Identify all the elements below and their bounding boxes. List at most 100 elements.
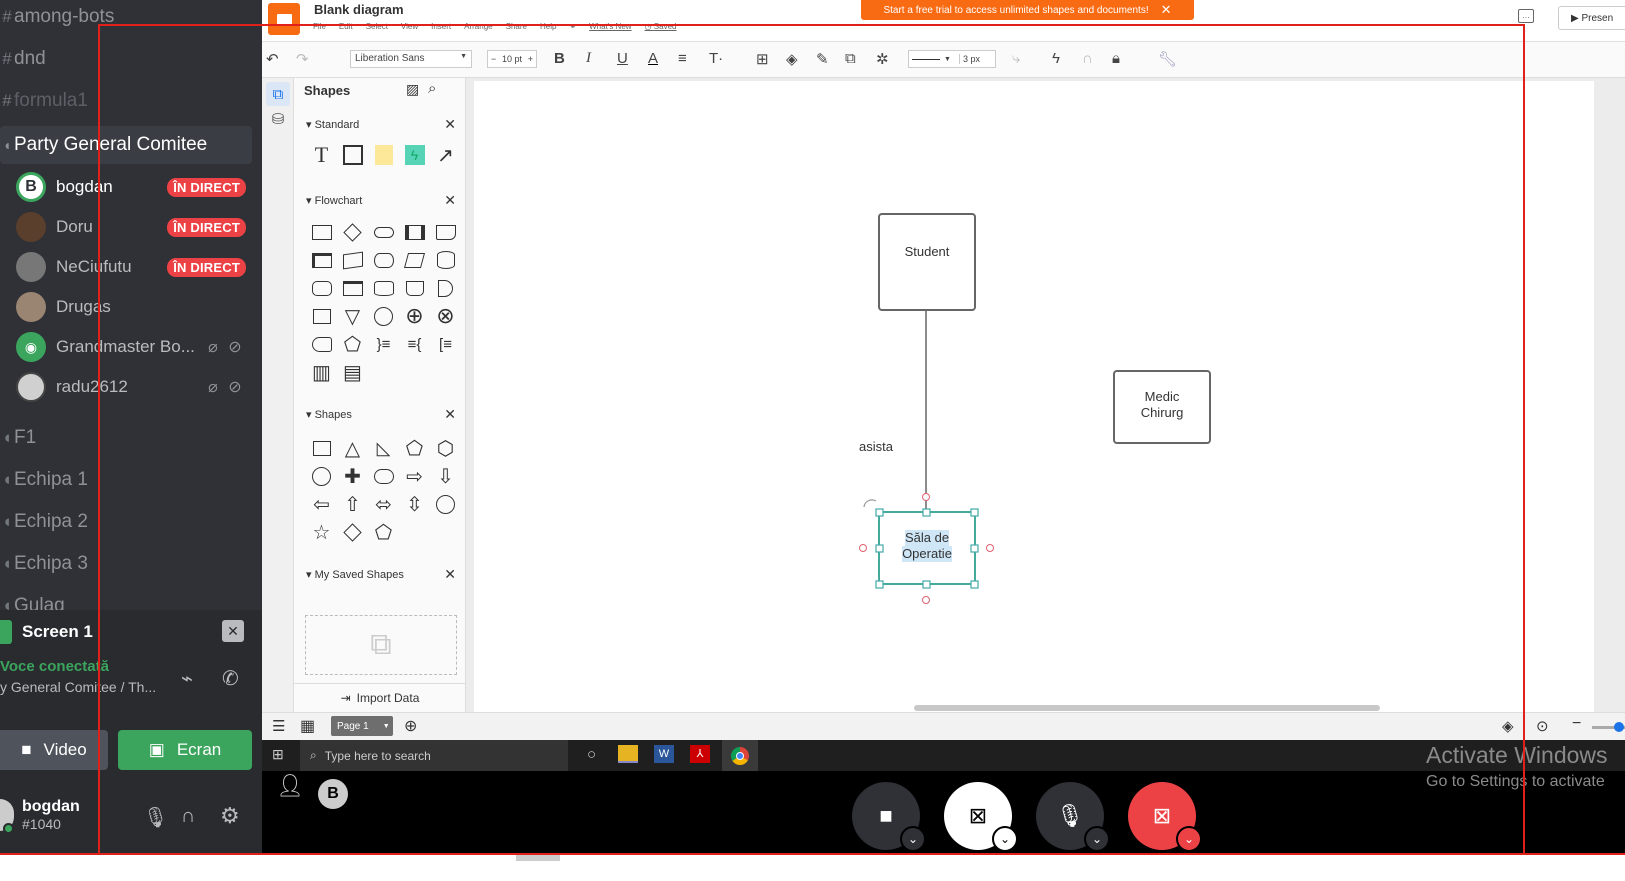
right-triangle-shape[interactable]: ◺: [368, 434, 399, 462]
chevron-down-icon[interactable]: ⌄: [992, 826, 1018, 852]
pentagon-shape[interactable]: ⬠: [399, 434, 430, 462]
internal-storage-shape[interactable]: [337, 274, 368, 302]
close-icon[interactable]: ✕: [1161, 2, 1172, 18]
summing-junction-shape[interactable]: ⊗: [430, 302, 461, 330]
voice-user-doru[interactable]: Doru ÎN DIRECT: [16, 209, 246, 245]
grid-view-icon[interactable]: ▦: [300, 716, 315, 736]
chevron-down-icon[interactable]: ⌄: [1084, 826, 1110, 852]
close-icon[interactable]: ✕: [444, 116, 456, 133]
arrow-horizontal-shape[interactable]: ⬄: [368, 490, 399, 518]
import-data-button[interactable]: ⇥ Import Data: [294, 683, 465, 712]
channel-f1[interactable]: ◖ F1: [0, 421, 36, 455]
decrease-icon[interactable]: −: [491, 54, 496, 64]
comment-icon[interactable]: …: [1518, 9, 1534, 23]
channel-dnd[interactable]: # dnd: [0, 42, 45, 76]
list-view-icon[interactable]: ☰: [272, 717, 285, 735]
predefined-process-shape[interactable]: [399, 218, 430, 246]
line-shape[interactable]: ↗: [430, 141, 461, 169]
taskbar-search[interactable]: ⌕ Type here to search: [300, 740, 568, 771]
cross-shape[interactable]: ✚: [337, 462, 368, 490]
redo-icon[interactable]: ↷: [296, 50, 309, 68]
screen-share-button[interactable]: ▣ Ecran: [118, 730, 252, 770]
square-shape[interactable]: [306, 434, 337, 462]
cloud-shape[interactable]: [368, 462, 399, 490]
zoom-slider-handle[interactable]: [1614, 722, 1624, 732]
saved-shapes-dropzone[interactable]: ⧉: [305, 615, 457, 675]
layers-icon[interactable]: ◈: [1502, 717, 1514, 735]
font-size-stepper[interactable]: −10 pt +: [487, 50, 537, 68]
rectangle-shape[interactable]: [337, 141, 368, 169]
video-button[interactable]: ■ Video: [0, 730, 108, 770]
off-page-link-shape[interactable]: ⬠: [337, 330, 368, 358]
channel-echipa-1[interactable]: ◖ Echipa 1: [0, 463, 88, 497]
lightning-icon[interactable]: ϟ: [1052, 50, 1060, 67]
user-identity[interactable]: bogdan #1040: [22, 798, 80, 832]
paper-tape-shape[interactable]: [368, 274, 399, 302]
voice-user-neciufutu[interactable]: NeCiufutu ÎN DIRECT: [16, 249, 246, 285]
microphone-icon[interactable]: 🎙: [143, 805, 168, 830]
voice-channel-active[interactable]: ◖ Party General Comitee: [0, 126, 252, 164]
rotate-handle-icon[interactable]: [863, 499, 877, 508]
brace-left-shape[interactable]: ≡{: [399, 330, 430, 358]
increase-icon[interactable]: +: [528, 54, 533, 64]
microphone-toggle-button[interactable]: 🎙︎ ⌄: [1036, 782, 1110, 852]
close-icon[interactable]: ✕: [444, 566, 456, 583]
noise-suppression-icon[interactable]: ⌁: [181, 666, 193, 691]
arrow-right-shape[interactable]: ⇨: [399, 462, 430, 490]
channel-echipa-2[interactable]: ◖ Echipa 2: [0, 505, 88, 539]
annotation-shape[interactable]: [≡: [430, 330, 461, 358]
windows-start-icon[interactable]: ⊞: [272, 746, 284, 763]
lucid-logo-icon[interactable]: [268, 3, 300, 35]
text-shape[interactable]: T: [306, 141, 337, 169]
section-shapes-header[interactable]: ▾ Shapes ✕: [306, 406, 456, 423]
voice-user-radu2612[interactable]: radu2612 ⌀ ⊘: [16, 369, 246, 405]
process-shape[interactable]: [306, 218, 337, 246]
page-tab[interactable]: Page 1 ▼: [331, 716, 393, 736]
shape-options-icon[interactable]: ⧉: [845, 50, 856, 67]
voice-status-block[interactable]: Voce conectată y General Comitee / Th...: [0, 658, 180, 695]
align-icon[interactable]: ≡: [678, 50, 687, 67]
text-color-icon[interactable]: A: [648, 50, 658, 67]
data-panel-icon[interactable]: ⛁: [267, 108, 289, 130]
triangle-shape[interactable]: △: [337, 434, 368, 462]
magic-wand-icon[interactable]: ✲: [876, 50, 889, 68]
screen-share-toggle-button[interactable]: ⊠ ⌄: [944, 782, 1018, 852]
italic-icon[interactable]: I: [586, 50, 591, 67]
section-standard-header[interactable]: ▾ Standard ✕: [306, 116, 456, 133]
merge-shape[interactable]: ▽: [337, 302, 368, 330]
underline-icon[interactable]: U: [617, 50, 628, 67]
display-shape[interactable]: [306, 330, 337, 358]
border-icon[interactable]: ⊞: [756, 50, 769, 68]
circle-shape[interactable]: [306, 462, 337, 490]
diamond-shape[interactable]: [337, 518, 368, 546]
close-icon[interactable]: ✕: [444, 406, 456, 423]
chevron-down-icon[interactable]: ⌄: [900, 826, 926, 852]
sala-label[interactable]: Săla de Operatie: [879, 530, 975, 562]
horizontal-scrollbar[interactable]: [914, 705, 1380, 711]
voice-user-grandmaster[interactable]: ◉ Grandmaster Bo... ⌀ ⊘: [16, 329, 246, 365]
off-page-shape[interactable]: [306, 302, 337, 330]
chrome-icon[interactable]: [722, 740, 758, 771]
fill-color-icon[interactable]: ◈: [786, 50, 798, 68]
action-shape[interactable]: ϟ: [399, 141, 430, 169]
section-flowchart-header[interactable]: ▾ Flowchart ✕: [306, 192, 456, 208]
stored-data-shape[interactable]: [306, 274, 337, 302]
badge-shape[interactable]: ⬠: [368, 518, 399, 546]
manual-operation-shape[interactable]: [399, 274, 430, 302]
swimlane-vertical-shape[interactable]: ▥: [306, 358, 337, 386]
add-friend-icon[interactable]: 👤︎: [276, 773, 304, 799]
line-style-select[interactable]: ▼ 3 px: [908, 50, 996, 68]
document-title[interactable]: Blank diagram: [314, 2, 404, 17]
settings-gear-icon[interactable]: ⚙: [220, 803, 240, 829]
decision-shape[interactable]: [337, 218, 368, 246]
line-color-icon[interactable]: ✎: [816, 50, 829, 68]
voice-user-drugas[interactable]: Drugas: [16, 289, 246, 325]
camera-toggle-button[interactable]: ■ ⌄: [852, 782, 926, 852]
undo-icon[interactable]: ↶: [266, 50, 279, 68]
connector-icon[interactable]: ⤷: [1012, 50, 1020, 67]
note-shape[interactable]: [368, 141, 399, 169]
hexagon-shape[interactable]: ⬡: [430, 434, 461, 462]
zoom-out-icon[interactable]: −: [1572, 715, 1581, 733]
swimlane-horizontal-shape[interactable]: ▤: [337, 358, 368, 386]
lock-icon[interactable]: 🔒︎: [1112, 50, 1120, 67]
